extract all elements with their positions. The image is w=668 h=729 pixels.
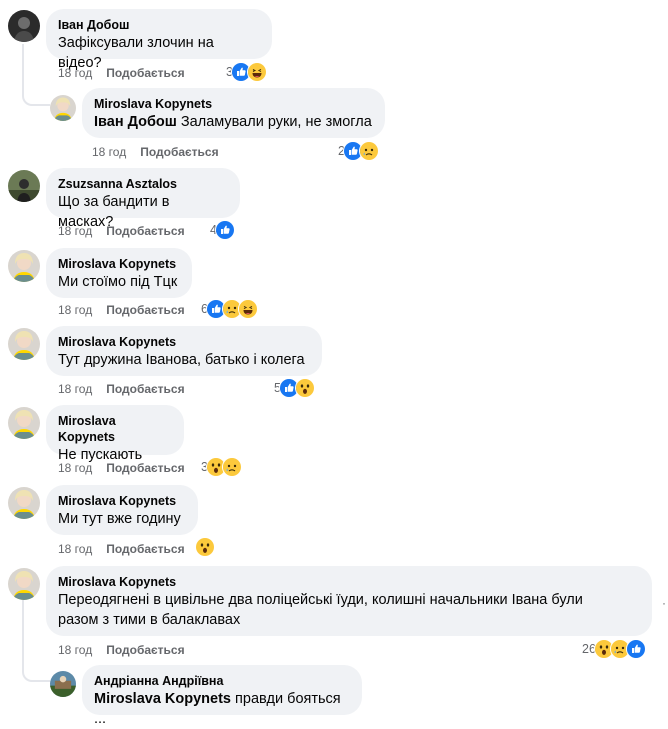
comment-bubble: Miroslava Kopynets Переодягнені в цивіль… — [46, 566, 652, 636]
haha-icon — [246, 62, 267, 82]
avatar[interactable] — [50, 95, 76, 121]
haha-icon — [237, 299, 258, 319]
like-button[interactable]: Подобається — [106, 224, 184, 238]
reaction-summary[interactable]: 6 — [201, 299, 258, 319]
comment-bubble: Іван Добош Зафіксували злочин на відео? — [46, 9, 272, 71]
comment-bubble: Miroslava Kopynets Ми тут вже годину — [46, 485, 198, 535]
like-button[interactable]: Подобається — [106, 461, 184, 475]
author-name[interactable]: Miroslava Kopynets — [58, 256, 180, 272]
comment-text: Переодягнені в цивільне два поліцейські … — [58, 592, 583, 608]
comment-meta: 18 год Подобається — [58, 302, 185, 318]
like-button[interactable]: Подобається — [106, 66, 184, 80]
thread-connector — [22, 44, 50, 106]
comment-text: Тут дружина Іванова, батько і колега — [58, 352, 305, 368]
sad-icon — [358, 141, 379, 161]
avatar[interactable] — [8, 10, 40, 42]
like-button[interactable]: Подобається — [106, 643, 184, 657]
comment-text: Заламували руки, не змогла — [180, 114, 372, 130]
reaction-summary[interactable]: 4 — [210, 220, 235, 240]
wow-icon — [195, 537, 215, 557]
author-name[interactable]: Miroslava Kopynets — [58, 334, 310, 350]
timestamp[interactable]: 18 год — [58, 382, 92, 396]
author-name[interactable]: Miroslava Kopynets — [58, 413, 172, 445]
timestamp[interactable]: 18 год — [92, 145, 126, 159]
like-button[interactable]: Подобається — [106, 382, 184, 396]
comment-meta: 18 год Подобається — [92, 144, 219, 160]
comment-text: Ми тут вже годину — [58, 511, 181, 527]
avatar[interactable] — [8, 568, 40, 600]
reaction-summary[interactable]: 3 — [201, 457, 242, 477]
timestamp[interactable]: 18 год — [58, 66, 92, 80]
avatar[interactable] — [8, 170, 40, 202]
comment-meta: 18 год Подобається — [58, 642, 185, 658]
like-button[interactable]: Подобається — [106, 542, 184, 556]
timestamp[interactable]: 18 год — [58, 461, 92, 475]
comment-text: Ми стоїмо під Тцк — [58, 274, 178, 290]
author-name[interactable]: Zsuzsanna Asztalos — [58, 176, 228, 192]
author-name[interactable]: Miroslava Kopynets — [94, 96, 373, 112]
comment-bubble: Андріанна Андріївна Miroslava Kopynets п… — [82, 665, 362, 727]
like-button[interactable]: Подобається — [106, 303, 184, 317]
timestamp[interactable]: 18 год — [58, 303, 92, 317]
comment-text: разом з тими в балаклавах — [58, 612, 241, 628]
comment-bubble: Zsuzsanna Asztalos Що за бандити в маска… — [46, 168, 240, 230]
comment-meta: 18 год Подобається — [58, 65, 185, 81]
comment-bubble: Miroslava Kopynets Ми стоїмо під Тцк — [46, 248, 192, 298]
comment-bubble: Miroslava Kopynets Іван Добош Заламували… — [82, 88, 385, 138]
reaction-summary[interactable] — [195, 537, 215, 557]
timestamp[interactable]: 18 год — [58, 542, 92, 556]
comment-meta: 18 год Подобається — [58, 381, 185, 397]
like-icon — [214, 220, 235, 240]
comment-meta: 18 год Подобається — [58, 460, 185, 476]
author-name[interactable]: Miroslava Kopynets — [58, 574, 640, 590]
comment-bubble: Miroslava Kopynets Не пускають — [46, 405, 184, 463]
avatar[interactable] — [50, 671, 76, 697]
avatar[interactable] — [8, 250, 40, 282]
reaction-summary[interactable]: 3 — [226, 62, 267, 82]
sad-icon — [221, 457, 242, 477]
timestamp[interactable]: 18 год — [58, 643, 92, 657]
reaction-summary[interactable]: 26 — [582, 639, 646, 659]
author-name[interactable]: Miroslava Kopynets — [58, 493, 186, 509]
author-name[interactable]: Іван Добош — [58, 17, 260, 33]
avatar[interactable] — [8, 487, 40, 519]
comment-bubble: Miroslava Kopynets Тут дружина Іванова, … — [46, 326, 322, 376]
comment-text-wrap: Іван Добош Заламували руки, не змогла — [94, 112, 373, 132]
reaction-summary[interactable]: 2 — [338, 141, 379, 161]
author-name[interactable]: Андріанна Андріївна — [94, 673, 350, 689]
avatar[interactable] — [8, 328, 40, 360]
comment-text-wrap: Miroslava Kopynets правди бояться ... — [94, 689, 350, 729]
comment-meta: 18 год Подобається — [58, 223, 185, 239]
more-options-icon[interactable]: · — [662, 596, 666, 610]
mention-link[interactable]: Miroslava Kopynets — [94, 691, 231, 707]
mention-link[interactable]: Іван Добош — [94, 114, 177, 130]
comment-meta: 18 год Подобається — [58, 541, 185, 557]
timestamp[interactable]: 18 год — [58, 224, 92, 238]
like-button[interactable]: Подобається — [140, 145, 218, 159]
reaction-summary[interactable]: 5 — [274, 378, 315, 398]
wow-icon — [294, 378, 315, 398]
avatar[interactable] — [8, 407, 40, 439]
like-icon — [625, 639, 646, 659]
